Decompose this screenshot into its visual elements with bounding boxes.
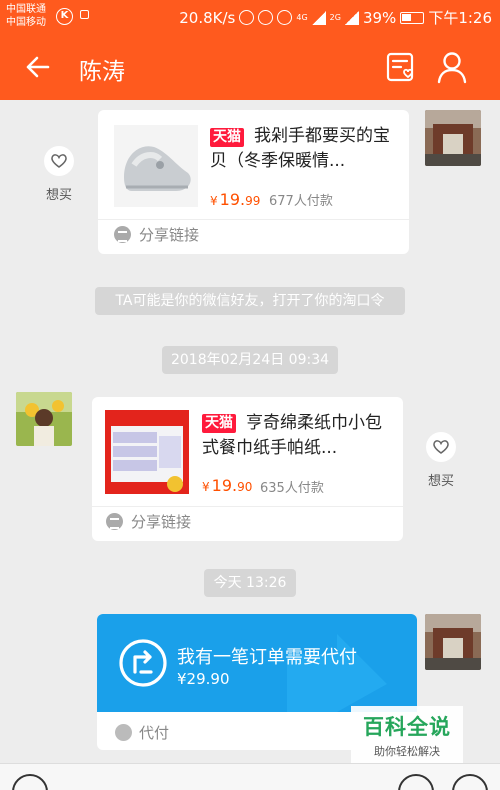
watermark-title: 百科全说 bbox=[363, 715, 451, 739]
user-icon bbox=[437, 52, 467, 84]
avatar-image bbox=[425, 110, 481, 166]
pay-request-amount: ¥29.90 bbox=[177, 670, 230, 688]
heart-icon bbox=[44, 146, 74, 176]
product-card-1[interactable]: 天猫 我剁手都要买的宝贝（冬季保暖情... ¥19.99 677人付款 分享链接 bbox=[98, 110, 409, 254]
network-speed: 20.8K/s bbox=[179, 8, 236, 27]
shoe-image bbox=[114, 125, 198, 207]
emoji-button[interactable] bbox=[398, 774, 434, 790]
timestamp-1: 2018年02月24日 09:34 bbox=[162, 346, 338, 374]
currency-symbol: ¥ bbox=[210, 194, 218, 208]
battery-percent: 39% bbox=[362, 8, 397, 27]
product-title-1: 我剁手都要买的宝贝（冬季保暖情... bbox=[210, 126, 390, 171]
share-link-1[interactable]: 分享链接 bbox=[114, 224, 199, 245]
bottom-input-bar bbox=[0, 763, 500, 790]
clock: 下午1:26 bbox=[428, 9, 492, 27]
back-button[interactable] bbox=[20, 48, 58, 86]
alarm-icon bbox=[258, 10, 274, 25]
share-icon bbox=[106, 513, 123, 530]
share-label: 分享链接 bbox=[139, 226, 200, 244]
signal-icon-1 bbox=[311, 10, 326, 25]
carrier-2: 中国移动 bbox=[6, 17, 46, 28]
price-decimal: 99 bbox=[245, 194, 261, 208]
voice-button[interactable] bbox=[12, 774, 48, 790]
network-type-1: 4G bbox=[296, 13, 308, 22]
pay-request-footer: 代付 bbox=[115, 722, 169, 743]
pay-small-icon bbox=[115, 724, 132, 741]
profile-button[interactable] bbox=[433, 48, 471, 86]
share-icon bbox=[114, 226, 131, 243]
watermark-subtitle: 助你轻松解决 bbox=[374, 745, 440, 758]
contact-avatar[interactable] bbox=[16, 392, 72, 446]
notification-icon bbox=[80, 10, 89, 19]
red-packet-button[interactable] bbox=[383, 50, 417, 84]
page-title: 陈涛 bbox=[79, 59, 125, 85]
eye-icon bbox=[277, 10, 293, 25]
my-avatar-2[interactable] bbox=[425, 614, 481, 670]
paid-count-2: 635人付款 bbox=[260, 481, 324, 496]
pay-label: 代付 bbox=[139, 724, 170, 742]
price-integer: 19. bbox=[211, 476, 238, 495]
want-label-1: 想买 bbox=[45, 188, 72, 203]
k-icon: K bbox=[56, 8, 73, 25]
price-integer: 19. bbox=[219, 190, 246, 209]
product-title-2: 亨奇绵柔纸巾小包式餐巾纸手帕纸... bbox=[202, 413, 382, 458]
network-type-2: 2G bbox=[329, 13, 341, 22]
paid-count-1: 677人付款 bbox=[269, 194, 333, 209]
carrier-info: 中国联通 中国移动 bbox=[6, 3, 46, 29]
my-avatar-1[interactable] bbox=[425, 110, 481, 166]
product-card-2[interactable]: 天猫 亨奇绵柔纸巾小包式餐巾纸手帕纸... ¥19.90 635人付款 分享链接 bbox=[92, 397, 403, 541]
tissue-image bbox=[105, 410, 189, 494]
status-bar: 中国联通 中国移动 K 20.8K/s 4G 2G 39% 下午1:26 bbox=[0, 0, 500, 34]
title-bar: 陈涛 bbox=[0, 34, 500, 100]
price-decimal: 90 bbox=[237, 480, 253, 494]
red-packet-icon bbox=[386, 52, 414, 82]
heart-icon bbox=[426, 432, 456, 462]
want-label-2: 想买 bbox=[427, 474, 454, 489]
avatar-image bbox=[425, 614, 481, 670]
signal-icon-2 bbox=[344, 10, 359, 25]
more-button[interactable] bbox=[452, 774, 488, 790]
wechat-notice: TA可能是你的微信好友，打开了你的淘口令 bbox=[95, 287, 405, 315]
carrier-1: 中国联通 bbox=[6, 4, 46, 15]
product-thumbnail-2[interactable] bbox=[105, 410, 189, 494]
avatar-image bbox=[16, 392, 72, 446]
battery-icon bbox=[400, 11, 425, 24]
product-price-2: ¥19.90 bbox=[202, 476, 252, 495]
want-button-2[interactable]: 想买 bbox=[411, 432, 471, 489]
share-link-2[interactable]: 分享链接 bbox=[106, 511, 191, 532]
back-arrow-icon bbox=[26, 56, 50, 78]
card-divider bbox=[98, 219, 409, 220]
currency-symbol: ¥ bbox=[202, 480, 210, 494]
card-divider bbox=[92, 506, 403, 507]
pay-for-me-icon bbox=[119, 639, 167, 687]
product-thumbnail-1[interactable] bbox=[114, 125, 198, 207]
status-right: 20.8K/s 4G 2G 39% 下午1:26 bbox=[179, 7, 492, 28]
timestamp-2: 今天 13:26 bbox=[204, 569, 296, 597]
pay-request-header: 我有一笔订单需要代付 ¥29.90 bbox=[97, 614, 417, 712]
pay-request-text: 我有一笔订单需要代付 bbox=[177, 647, 357, 668]
share-label: 分享链接 bbox=[131, 513, 192, 531]
product-price-1: ¥19.99 bbox=[210, 190, 260, 209]
want-button-1[interactable]: 想买 bbox=[29, 146, 89, 203]
headset-icon bbox=[239, 10, 255, 25]
baike-watermark: 百科全说 助你轻松解决 bbox=[351, 706, 463, 764]
